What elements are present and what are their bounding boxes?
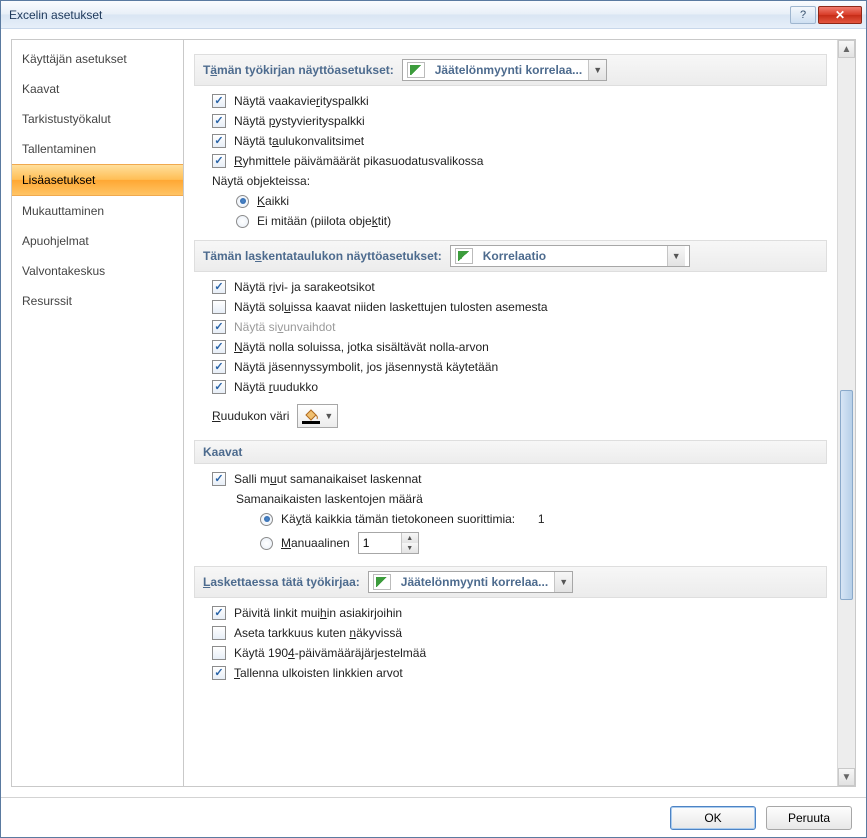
thread-count-label: Samanaikaisten laskentojen määrä (236, 492, 827, 506)
scroll-up-icon[interactable]: ▲ (838, 40, 855, 58)
grid-color-picker[interactable]: ▼ (297, 404, 338, 428)
sidebar-item-formulas[interactable]: Kaavat (12, 74, 183, 104)
ok-button[interactable]: OK (670, 806, 756, 830)
section-calculating: Laskettaessa tätä työkirjaa: Jäätelönmyy… (194, 566, 827, 598)
sidebar-item-advanced[interactable]: Lisäasetukset (12, 164, 183, 196)
checkbox-1904[interactable] (212, 646, 226, 660)
checkbox-hscroll[interactable] (212, 94, 226, 108)
checkbox-show-formulas[interactable] (212, 300, 226, 314)
excel-icon (407, 62, 425, 78)
checkbox-precision[interactable] (212, 626, 226, 640)
chevron-down-icon: ▼ (667, 246, 685, 266)
worksheet-dropdown[interactable]: Korrelaatio ▼ (450, 245, 690, 267)
sidebar-item-proofing[interactable]: Tarkistustyökalut (12, 104, 183, 134)
close-button[interactable]: ✕ (818, 6, 862, 24)
titlebar: Excelin asetukset ? ✕ (1, 1, 866, 29)
vertical-scrollbar[interactable]: ▲ ▼ (837, 40, 855, 786)
options-dialog: Excelin asetukset ? ✕ Käyttäjän asetukse… (0, 0, 867, 838)
options-panel: Tämän työkirjan näyttöasetukset: Jäätelö… (184, 39, 856, 787)
workbook-dropdown[interactable]: Jäätelönmyynti korrelaa... ▼ (402, 59, 607, 81)
checkbox-show-zero[interactable] (212, 340, 226, 354)
sheet-icon (455, 248, 473, 264)
checkbox-save-ext-links[interactable] (212, 666, 226, 680)
paint-bucket-icon (302, 408, 320, 424)
radio-objects-none[interactable] (236, 215, 249, 228)
sidebar-item-user[interactable]: Käyttäjän asetukset (12, 44, 183, 74)
scrollbar-thumb[interactable] (840, 390, 853, 600)
scroll-down-icon[interactable]: ▼ (838, 768, 855, 786)
checkbox-sheettabs[interactable] (212, 134, 226, 148)
cancel-button[interactable]: Peruuta (766, 806, 852, 830)
checkbox-vscroll[interactable] (212, 114, 226, 128)
excel-icon (373, 574, 391, 590)
chevron-down-icon: ▼ (324, 411, 333, 421)
manual-cpu-spinner[interactable]: ▲▼ (358, 532, 419, 554)
window-title: Excelin asetukset (9, 8, 790, 22)
radio-manual-cpus[interactable] (260, 537, 273, 550)
section-worksheet-display: Tämän laskentataulukon näyttöasetukset: … (194, 240, 827, 272)
checkbox-headers[interactable] (212, 280, 226, 294)
sidebar-item-save[interactable]: Tallentaminen (12, 134, 183, 164)
sidebar-item-resources[interactable]: Resurssit (12, 286, 183, 316)
manual-cpu-input[interactable] (359, 533, 401, 553)
calculating-dropdown[interactable]: Jäätelönmyynti korrelaa... ▼ (368, 571, 573, 593)
chevron-down-icon: ▼ (554, 572, 572, 592)
checkbox-groupdates[interactable] (212, 154, 226, 168)
checkbox-outline[interactable] (212, 360, 226, 374)
help-button[interactable]: ? (790, 6, 816, 24)
radio-objects-all[interactable] (236, 195, 249, 208)
grid-color-label: Ruudukon väri (212, 409, 289, 423)
section-formulas: Kaavat (194, 440, 827, 464)
checkbox-gridlines[interactable] (212, 380, 226, 394)
checkbox-update-links[interactable] (212, 606, 226, 620)
spinner-up-icon[interactable]: ▲ (402, 533, 418, 543)
category-sidebar: Käyttäjän asetukset Kaavat Tarkistustyök… (11, 39, 184, 787)
radio-use-all-cpus[interactable] (260, 513, 273, 526)
sidebar-item-trust[interactable]: Valvontakeskus (12, 256, 183, 286)
section-workbook-display: Tämän työkirjan näyttöasetukset: Jäätelö… (194, 54, 827, 86)
checkbox-pagebreaks (212, 320, 226, 334)
spinner-down-icon[interactable]: ▼ (402, 543, 418, 553)
objects-label: Näytä objekteissa: (212, 174, 827, 188)
sidebar-item-addins[interactable]: Apuohjelmat (12, 226, 183, 256)
sidebar-item-customize[interactable]: Mukauttaminen (12, 196, 183, 226)
chevron-down-icon: ▼ (588, 60, 606, 80)
dialog-footer: OK Peruuta (1, 797, 866, 837)
cpu-count-value: 1 (538, 512, 545, 526)
checkbox-multithread[interactable] (212, 472, 226, 486)
